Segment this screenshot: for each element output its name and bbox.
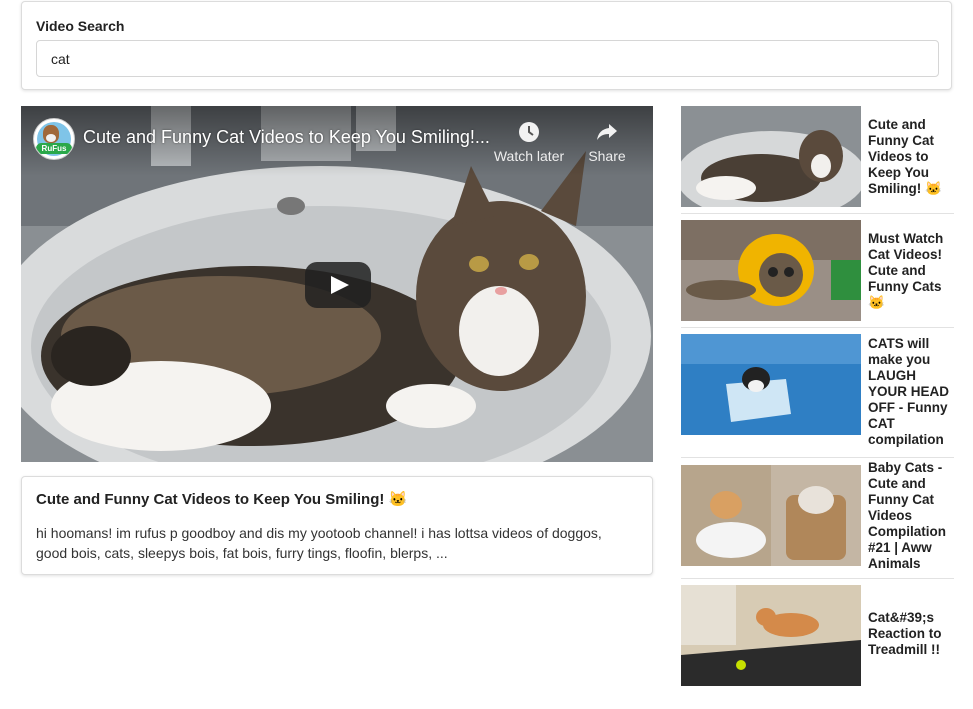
share-icon: [597, 124, 617, 140]
watch-later-button[interactable]: Watch later: [491, 120, 567, 164]
watch-later-label: Watch later: [493, 148, 565, 164]
video-list-item-title: Baby Cats - Cute and Funny Cat Videos Co…: [868, 460, 946, 571]
play-button[interactable]: [305, 262, 371, 308]
play-icon: [331, 276, 349, 294]
video-player[interactable]: RuFus Cute and Funny Cat Videos to Keep …: [21, 106, 653, 462]
video-list-item[interactable]: Cat&#39;s Reaction to Treadmill !!: [681, 585, 954, 691]
share-button[interactable]: Share: [587, 120, 627, 164]
video-thumbnail: [681, 585, 861, 686]
search-label: Video Search: [36, 18, 125, 34]
video-list-item[interactable]: Must Watch Cat Videos! Cute and Funny Ca…: [681, 220, 954, 328]
video-thumbnail: [681, 465, 861, 566]
video-detail-title: Cute and Funny Cat Videos to Keep You Sm…: [36, 491, 408, 508]
video-thumbnail: [681, 334, 861, 435]
video-list-item[interactable]: Cute and Funny Cat Videos to Keep You Sm…: [681, 106, 954, 214]
channel-badge: RuFus: [36, 143, 72, 154]
channel-avatar[interactable]: RuFus: [33, 118, 75, 160]
video-list-item[interactable]: CATS will make you LAUGH YOUR HEAD OFF -…: [681, 334, 954, 458]
video-list-item-title: CATS will make you LAUGH YOUR HEAD OFF -…: [868, 336, 950, 447]
player-title[interactable]: Cute and Funny Cat Videos to Keep You Sm…: [83, 127, 490, 148]
search-card: Video Search: [21, 1, 952, 90]
video-list-item-title: Cute and Funny Cat Videos to Keep You Sm…: [868, 117, 942, 196]
video-list-item[interactable]: Baby Cats - Cute and Funny Cat Videos Co…: [681, 460, 954, 579]
video-detail-description: hi hoomans! im rufus p goodboy and dis m…: [36, 525, 602, 561]
dog-muzzle: [46, 134, 56, 142]
clock-icon: [519, 122, 539, 142]
search-input[interactable]: [36, 40, 939, 77]
video-list-item-title: Cat&#39;s Reaction to Treadmill !!: [868, 610, 942, 657]
video-list-item-title: Must Watch Cat Videos! Cute and Funny Ca…: [868, 231, 944, 310]
video-detail-card: Cute and Funny Cat Videos to Keep You Sm…: [21, 476, 653, 575]
video-thumbnail: [681, 106, 861, 207]
share-label: Share: [588, 148, 626, 164]
video-thumbnail: [681, 220, 861, 321]
